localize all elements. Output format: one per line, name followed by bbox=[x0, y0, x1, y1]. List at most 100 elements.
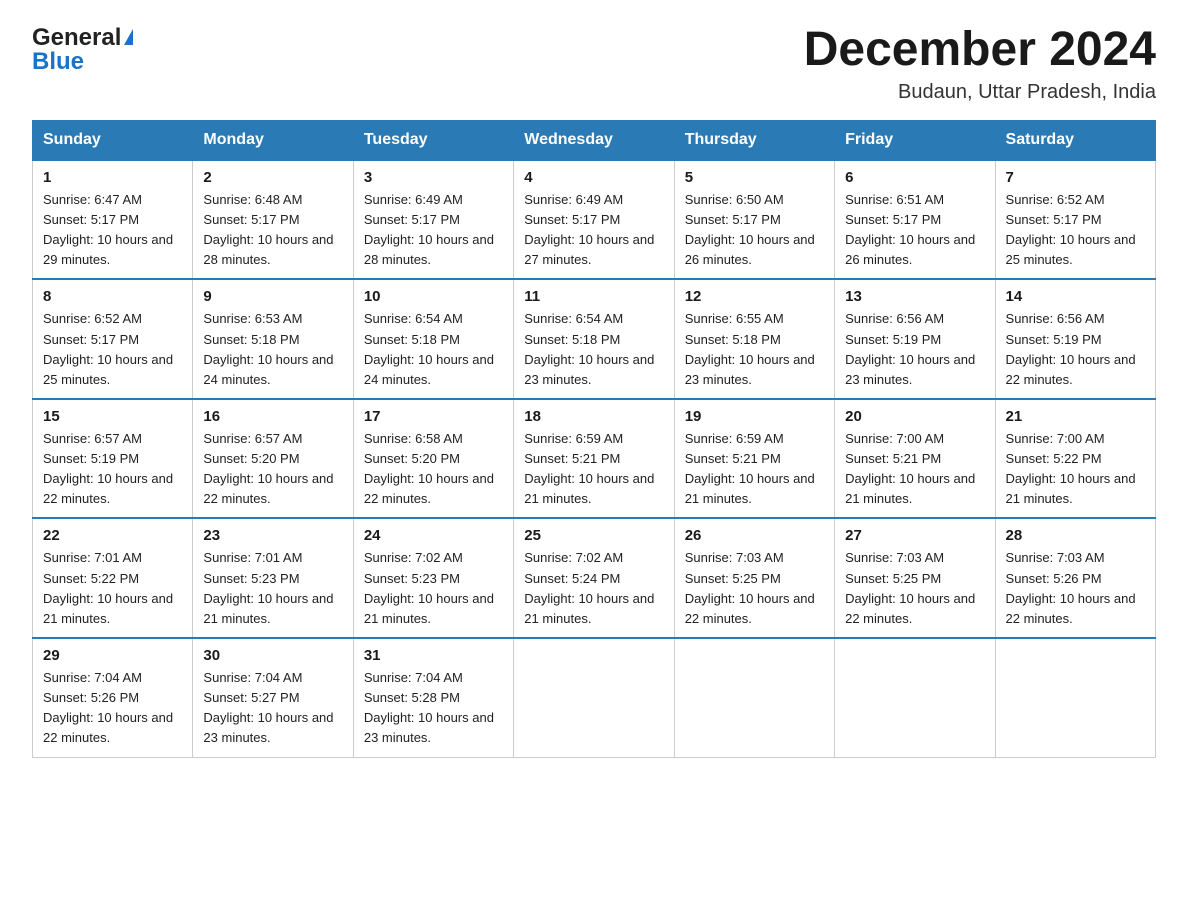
page-header: General Blue December 2024 Budaun, Uttar… bbox=[32, 24, 1156, 104]
day-info: Sunrise: 7:01 AMSunset: 5:23 PMDaylight:… bbox=[203, 548, 342, 629]
calendar-title: December 2024 bbox=[804, 24, 1156, 77]
day-info: Sunrise: 6:51 AMSunset: 5:17 PMDaylight:… bbox=[845, 190, 984, 271]
day-info: Sunrise: 6:49 AMSunset: 5:17 PMDaylight:… bbox=[364, 190, 503, 271]
weekday-header-saturday: Saturday bbox=[995, 120, 1155, 160]
day-number: 16 bbox=[203, 408, 342, 425]
day-cell-1: 1 Sunrise: 6:47 AMSunset: 5:17 PMDaylight… bbox=[33, 160, 193, 280]
day-number: 23 bbox=[203, 527, 342, 544]
day-cell-26: 26 Sunrise: 7:03 AMSunset: 5:25 PMDayligh… bbox=[674, 518, 834, 638]
day-number: 13 bbox=[845, 288, 984, 305]
day-info: Sunrise: 6:49 AMSunset: 5:17 PMDaylight:… bbox=[524, 190, 663, 271]
calendar-table: SundayMondayTuesdayWednesdayThursdayFrid… bbox=[32, 120, 1156, 758]
day-cell-10: 10 Sunrise: 6:54 AMSunset: 5:18 PMDayligh… bbox=[353, 279, 513, 399]
week-row-4: 22 Sunrise: 7:01 AMSunset: 5:22 PMDayligh… bbox=[33, 518, 1156, 638]
day-cell-29: 29Sunrise: 7:04 AMSunset: 5:26 PMDayligh… bbox=[33, 638, 193, 757]
day-info: Sunrise: 7:00 AMSunset: 5:21 PMDaylight:… bbox=[845, 429, 984, 510]
day-info: Sunrise: 7:04 AMSunset: 5:27 PMDaylight:… bbox=[203, 668, 342, 749]
day-number: 30 bbox=[203, 647, 342, 664]
day-info: Sunrise: 6:56 AMSunset: 5:19 PMDaylight:… bbox=[1006, 309, 1145, 390]
day-number: 31 bbox=[364, 647, 503, 664]
day-info: Sunrise: 6:57 AMSunset: 5:19 PMDaylight:… bbox=[43, 429, 182, 510]
day-number: 22 bbox=[43, 527, 182, 544]
day-info: Sunrise: 7:04 AMSunset: 5:26 PMDaylight:… bbox=[43, 668, 182, 749]
day-number: 28 bbox=[1006, 527, 1145, 544]
day-info: Sunrise: 7:02 AMSunset: 5:24 PMDaylight:… bbox=[524, 548, 663, 629]
day-cell-12: 12 Sunrise: 6:55 AMSunset: 5:18 PMDayligh… bbox=[674, 279, 834, 399]
day-number: 12 bbox=[685, 288, 824, 305]
week-row-3: 15 Sunrise: 6:57 AMSunset: 5:19 PMDayligh… bbox=[33, 399, 1156, 519]
logo: General Blue bbox=[32, 24, 133, 76]
day-info: Sunrise: 6:56 AMSunset: 5:19 PMDaylight:… bbox=[845, 309, 984, 390]
day-info: Sunrise: 7:01 AMSunset: 5:22 PMDaylight:… bbox=[43, 548, 182, 629]
day-info: Sunrise: 6:50 AMSunset: 5:17 PMDaylight:… bbox=[685, 190, 824, 271]
day-info: Sunrise: 6:48 AMSunset: 5:17 PMDaylight:… bbox=[203, 190, 342, 271]
weekday-header-thursday: Thursday bbox=[674, 120, 834, 160]
day-cell-13: 13 Sunrise: 6:56 AMSunset: 5:19 PMDayligh… bbox=[835, 279, 995, 399]
day-number: 4 bbox=[524, 169, 663, 186]
day-number: 11 bbox=[524, 288, 663, 305]
day-info: Sunrise: 7:03 AMSunset: 5:25 PMDaylight:… bbox=[685, 548, 824, 629]
day-cell-27: 27 Sunrise: 7:03 AMSunset: 5:25 PMDayligh… bbox=[835, 518, 995, 638]
day-cell-3: 3 Sunrise: 6:49 AMSunset: 5:17 PMDaylight… bbox=[353, 160, 513, 280]
day-cell-31: 31Sunrise: 7:04 AMSunset: 5:28 PMDayligh… bbox=[353, 638, 513, 757]
day-cell-16: 16 Sunrise: 6:57 AMSunset: 5:20 PMDayligh… bbox=[193, 399, 353, 519]
empty-cell bbox=[995, 638, 1155, 757]
weekday-header-sunday: Sunday bbox=[33, 120, 193, 160]
day-cell-4: 4 Sunrise: 6:49 AMSunset: 5:17 PMDaylight… bbox=[514, 160, 674, 280]
day-cell-11: 11 Sunrise: 6:54 AMSunset: 5:18 PMDayligh… bbox=[514, 279, 674, 399]
day-number: 2 bbox=[203, 169, 342, 186]
day-cell-14: 14 Sunrise: 6:56 AMSunset: 5:19 PMDayligh… bbox=[995, 279, 1155, 399]
day-cell-2: 2 Sunrise: 6:48 AMSunset: 5:17 PMDaylight… bbox=[193, 160, 353, 280]
day-info: Sunrise: 6:53 AMSunset: 5:18 PMDaylight:… bbox=[203, 309, 342, 390]
day-info: Sunrise: 6:54 AMSunset: 5:18 PMDaylight:… bbox=[364, 309, 503, 390]
weekday-header-tuesday: Tuesday bbox=[353, 120, 513, 160]
day-cell-24: 24Sunrise: 7:02 AMSunset: 5:23 PMDayligh… bbox=[353, 518, 513, 638]
day-info: Sunrise: 6:54 AMSunset: 5:18 PMDaylight:… bbox=[524, 309, 663, 390]
calendar-subtitle: Budaun, Uttar Pradesh, India bbox=[804, 81, 1156, 104]
day-cell-17: 17 Sunrise: 6:58 AMSunset: 5:20 PMDayligh… bbox=[353, 399, 513, 519]
day-info: Sunrise: 7:00 AMSunset: 5:22 PMDaylight:… bbox=[1006, 429, 1145, 510]
empty-cell bbox=[674, 638, 834, 757]
logo-blue-text: Blue bbox=[32, 48, 133, 76]
day-info: Sunrise: 6:59 AMSunset: 5:21 PMDaylight:… bbox=[685, 429, 824, 510]
day-info: Sunrise: 7:02 AMSunset: 5:23 PMDaylight:… bbox=[364, 548, 503, 629]
day-cell-23: 23 Sunrise: 7:01 AMSunset: 5:23 PMDayligh… bbox=[193, 518, 353, 638]
empty-cell bbox=[514, 638, 674, 757]
week-row-2: 8 Sunrise: 6:52 AMSunset: 5:17 PMDaylight… bbox=[33, 279, 1156, 399]
day-cell-15: 15 Sunrise: 6:57 AMSunset: 5:19 PMDayligh… bbox=[33, 399, 193, 519]
weekday-header-monday: Monday bbox=[193, 120, 353, 160]
day-info: Sunrise: 6:57 AMSunset: 5:20 PMDaylight:… bbox=[203, 429, 342, 510]
day-cell-25: 25 Sunrise: 7:02 AMSunset: 5:24 PMDayligh… bbox=[514, 518, 674, 638]
week-row-1: 1 Sunrise: 6:47 AMSunset: 5:17 PMDaylight… bbox=[33, 160, 1156, 280]
day-number: 17 bbox=[364, 408, 503, 425]
day-info: Sunrise: 6:47 AMSunset: 5:17 PMDaylight:… bbox=[43, 190, 182, 271]
day-number: 1 bbox=[43, 169, 182, 186]
day-number: 25 bbox=[524, 527, 663, 544]
day-number: 3 bbox=[364, 169, 503, 186]
day-cell-19: 19Sunrise: 6:59 AMSunset: 5:21 PMDayligh… bbox=[674, 399, 834, 519]
day-cell-7: 7Sunrise: 6:52 AMSunset: 5:17 PMDaylight… bbox=[995, 160, 1155, 280]
day-cell-18: 18Sunrise: 6:59 AMSunset: 5:21 PMDayligh… bbox=[514, 399, 674, 519]
day-number: 8 bbox=[43, 288, 182, 305]
day-info: Sunrise: 6:58 AMSunset: 5:20 PMDaylight:… bbox=[364, 429, 503, 510]
day-info: Sunrise: 6:55 AMSunset: 5:18 PMDaylight:… bbox=[685, 309, 824, 390]
day-cell-6: 6 Sunrise: 6:51 AMSunset: 5:17 PMDaylight… bbox=[835, 160, 995, 280]
day-cell-22: 22 Sunrise: 7:01 AMSunset: 5:22 PMDayligh… bbox=[33, 518, 193, 638]
day-number: 14 bbox=[1006, 288, 1145, 305]
day-info: Sunrise: 7:03 AMSunset: 5:26 PMDaylight:… bbox=[1006, 548, 1145, 629]
day-number: 6 bbox=[845, 169, 984, 186]
day-cell-8: 8 Sunrise: 6:52 AMSunset: 5:17 PMDaylight… bbox=[33, 279, 193, 399]
day-number: 27 bbox=[845, 527, 984, 544]
day-number: 10 bbox=[364, 288, 503, 305]
day-info: Sunrise: 6:52 AMSunset: 5:17 PMDaylight:… bbox=[43, 309, 182, 390]
day-number: 15 bbox=[43, 408, 182, 425]
day-cell-21: 21Sunrise: 7:00 AMSunset: 5:22 PMDayligh… bbox=[995, 399, 1155, 519]
title-block: December 2024 Budaun, Uttar Pradesh, Ind… bbox=[804, 24, 1156, 104]
week-row-5: 29Sunrise: 7:04 AMSunset: 5:26 PMDayligh… bbox=[33, 638, 1156, 757]
day-info: Sunrise: 7:03 AMSunset: 5:25 PMDaylight:… bbox=[845, 548, 984, 629]
weekday-header-wednesday: Wednesday bbox=[514, 120, 674, 160]
empty-cell bbox=[835, 638, 995, 757]
logo-triangle-icon bbox=[124, 29, 133, 45]
day-number: 5 bbox=[685, 169, 824, 186]
day-number: 26 bbox=[685, 527, 824, 544]
